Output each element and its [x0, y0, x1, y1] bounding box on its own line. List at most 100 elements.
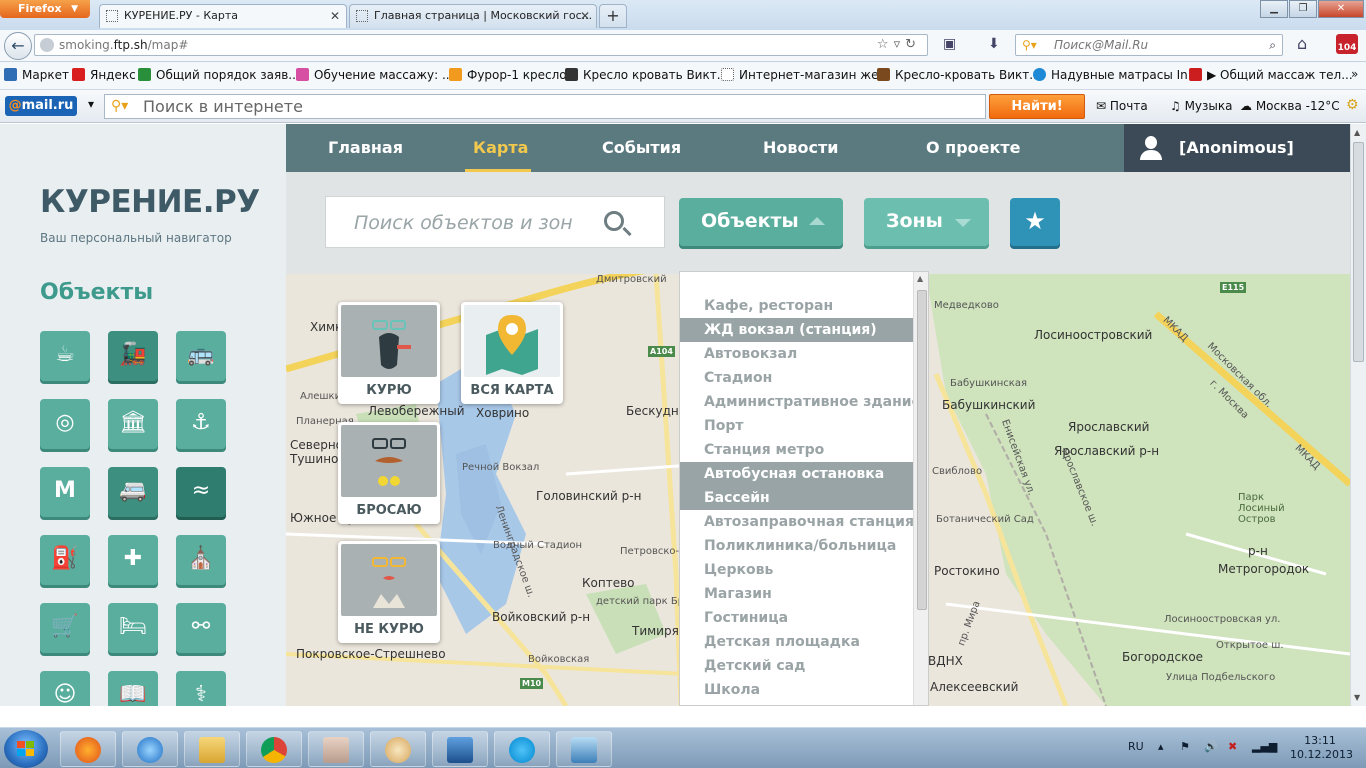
nav-about[interactable]: О проекте	[926, 124, 1021, 172]
scroll-up-icon[interactable]: ▲	[917, 274, 923, 283]
bookmark-item[interactable]: Кресло кровать Викт...	[565, 68, 728, 82]
admin-building-icon[interactable]: 🏛	[108, 399, 158, 449]
dropdown-option[interactable]: Кафе, ресторан	[680, 294, 913, 318]
network-warning-icon[interactable]: ✖	[1228, 740, 1237, 753]
dropdown-scrollbar[interactable]: ▲	[913, 272, 928, 705]
dropdown-scroll-thumb[interactable]	[917, 290, 927, 610]
back-arrow-icon[interactable]: ←	[4, 32, 32, 60]
address-bar[interactable]: smoking.ftp.sh/map# ☆▿↻	[34, 34, 928, 56]
bookmarks-menu-icon[interactable]: ▣	[943, 36, 956, 52]
pharmacy-icon[interactable]: ⚕	[176, 671, 226, 706]
dropdown-option-selected[interactable]: ЖД вокзал (станция)	[680, 318, 913, 342]
bookmark-item[interactable]: Фурор-1 кресло	[449, 68, 567, 82]
site-logo[interactable]: КУРЕНИЕ.РУ	[40, 184, 260, 220]
zones-dropdown-button[interactable]: Зоны	[864, 198, 989, 246]
user-menu[interactable]: [Anonimous]	[1124, 124, 1350, 172]
playground-swing-icon[interactable]: ⚯	[176, 603, 226, 653]
church-icon[interactable]: ⛪	[176, 535, 226, 585]
home-icon[interactable]: ⌂	[1297, 34, 1307, 53]
dropdown-option[interactable]: Автозаправочная станция	[680, 510, 914, 534]
tab-close-icon[interactable]: ✕	[330, 5, 340, 27]
more-bookmarks-icon[interactable]: »	[1351, 67, 1358, 81]
taskbar-chrome[interactable]	[246, 731, 302, 767]
taskbar-skype[interactable]	[494, 731, 550, 767]
dropdown-option-selected[interactable]: Автобусная остановка	[680, 462, 913, 486]
metro-icon[interactable]: M	[40, 467, 90, 517]
mail-link[interactable]: ✉ Почта	[1096, 99, 1148, 113]
dropdown-option[interactable]: Детская площадка	[680, 630, 913, 654]
card-smoking[interactable]: КУРЮ	[338, 302, 440, 404]
new-tab-button[interactable]: +	[599, 4, 627, 28]
page-scrollbar[interactable]: ▲ ▼	[1350, 124, 1366, 706]
dropdown-option[interactable]: Детский сад	[680, 654, 913, 678]
bookmark-item[interactable]: Кресло-кровать Викт...	[877, 68, 1041, 82]
dropdown-option[interactable]: Церковь	[680, 558, 913, 582]
bus-stop-icon[interactable]: 🚐	[108, 467, 158, 517]
dropdown-option[interactable]: Поликлиника/больница	[680, 534, 913, 558]
mail-notification-badge[interactable]: 104	[1336, 34, 1358, 54]
firefox-menu-button[interactable]: Firefox ▼	[0, 0, 90, 18]
shop-cart-icon[interactable]: 🛒	[40, 603, 90, 653]
stadium-icon[interactable]: ◎	[40, 399, 90, 449]
mailru-search-input[interactable]: ⚲▾ Поиск в интернете	[104, 94, 986, 119]
search-icon[interactable]: ⌕	[1269, 35, 1276, 55]
dropdown-option[interactable]: Магазин	[680, 582, 913, 606]
music-link[interactable]: ♫ Музыка	[1170, 99, 1233, 113]
language-indicator[interactable]: RU	[1128, 740, 1144, 753]
card-quitting[interactable]: БРОСАЮ	[338, 422, 440, 524]
dropdown-icon[interactable]: ▿	[894, 37, 906, 52]
dropdown-option-selected[interactable]: Бассейн	[680, 486, 913, 510]
nav-events[interactable]: События	[602, 124, 681, 172]
hotel-bed-icon[interactable]: 🛏	[108, 603, 158, 653]
school-book-icon[interactable]: 📖	[108, 671, 158, 706]
taskbar-firefox[interactable]	[60, 731, 116, 767]
bookmark-item[interactable]: Общий порядок заяв...	[138, 68, 300, 82]
bookmark-item[interactable]: Маркет	[4, 68, 69, 82]
dropdown-option[interactable]: Станция метро	[680, 438, 913, 462]
gas-station-icon[interactable]: ⛽	[40, 535, 90, 585]
reload-icon[interactable]: ↻	[905, 37, 921, 52]
bookmark-star-icon[interactable]: ☆	[877, 37, 894, 52]
system-clock[interactable]: 13:11 10.12.2013	[1290, 734, 1353, 762]
port-anchor-icon[interactable]: ⚓	[176, 399, 226, 449]
nav-home[interactable]: Главная	[328, 124, 403, 172]
taskbar-network[interactable]	[432, 731, 488, 767]
card-full-map[interactable]: ВСЯ КАРТА	[461, 302, 563, 404]
dropdown-option[interactable]: Автовокзал	[680, 342, 913, 366]
dropdown-option[interactable]: Порт	[680, 414, 913, 438]
action-center-icon[interactable]: ⚑	[1180, 740, 1190, 753]
toolbar-menu-icon[interactable]: ▾	[88, 97, 94, 111]
browser-tab[interactable]: Главная страница | Московский гос... ✕	[349, 4, 597, 28]
scroll-down-icon[interactable]: ▼	[1354, 693, 1360, 702]
bus-station-icon[interactable]: 🚌	[176, 331, 226, 381]
bookmark-item[interactable]: Обучение массажу: ...	[296, 68, 453, 82]
volume-icon[interactable]: 🔊	[1204, 740, 1218, 753]
browser-search-field[interactable]: ⚲▾ Поиск@Mail.Ru ⌕	[1015, 34, 1283, 56]
bookmark-item[interactable]: Надувные матрасы In...	[1033, 68, 1199, 82]
bookmark-item[interactable]: Яндекс	[72, 68, 136, 82]
map-search-input[interactable]: Поиск объектов и зон	[325, 196, 665, 248]
maximize-button[interactable]: ❐	[1289, 0, 1317, 18]
taskbar-explorer[interactable]	[184, 731, 240, 767]
dropdown-option[interactable]: Административное здание	[680, 390, 921, 414]
mailru-logo[interactable]: @mail.ru	[5, 96, 77, 116]
scroll-thumb[interactable]	[1353, 142, 1364, 362]
show-hidden-icons-icon[interactable]: ▴	[1158, 740, 1164, 753]
tab-close-icon[interactable]: ✕	[580, 5, 590, 27]
dropdown-option[interactable]: Стадион	[680, 366, 913, 390]
bookmark-item[interactable]: Интернет-магазин же...	[721, 68, 890, 82]
close-window-button[interactable]: ✕	[1318, 0, 1364, 18]
card-non-smoking[interactable]: НЕ КУРЮ	[338, 541, 440, 643]
dropdown-option[interactable]: Школа	[680, 678, 913, 702]
favorites-star-icon[interactable]: ★	[1010, 198, 1060, 246]
settings-gear-icon[interactable]: ⚙	[1346, 97, 1359, 113]
taskbar-ie[interactable]	[122, 731, 178, 767]
taskbar-app[interactable]	[308, 731, 364, 767]
bookmark-item[interactable]: ▶ Общий массаж тел...	[1189, 68, 1353, 82]
objects-dropdown-list[interactable]: Кафе, ресторан ЖД вокзал (станция) Автов…	[679, 271, 929, 706]
start-button[interactable]	[4, 730, 48, 768]
objects-dropdown-button[interactable]: Объекты	[679, 198, 843, 246]
minimize-button[interactable]: ▁	[1260, 0, 1288, 18]
weather-link[interactable]: ☁ Москва -12°C	[1240, 99, 1340, 113]
find-button[interactable]: Найти!	[989, 94, 1085, 119]
